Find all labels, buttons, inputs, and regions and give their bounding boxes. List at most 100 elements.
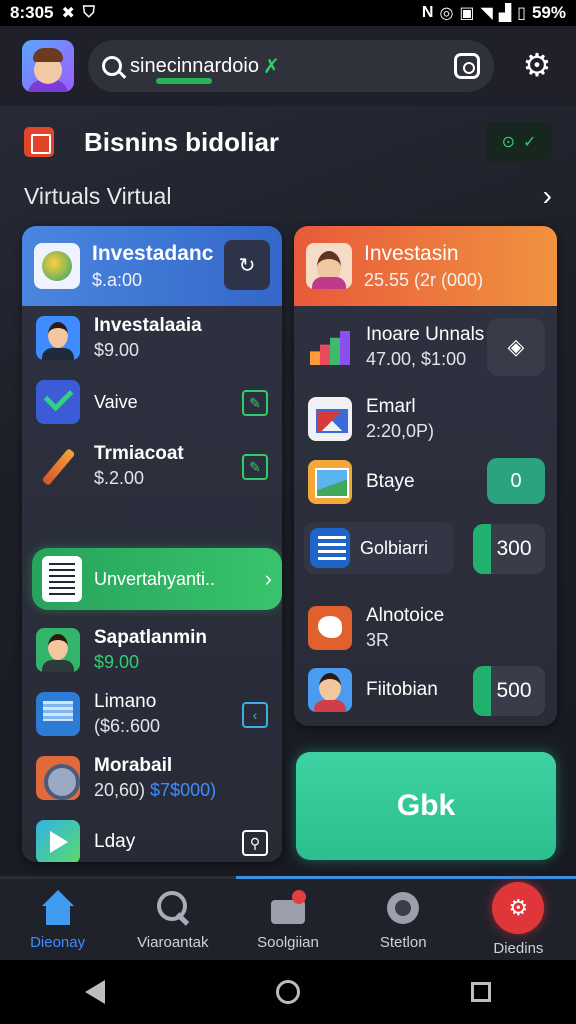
section-title: Bisnins bidoliar xyxy=(84,126,280,157)
vibrate-icon: ▣ xyxy=(459,5,475,22)
edit-icon[interactable]: ✎ xyxy=(242,454,268,480)
search-underline xyxy=(156,78,212,84)
list-item-title: Sapatlanmin xyxy=(94,627,207,648)
list-item-value: 20,60) $7$000) xyxy=(94,780,217,800)
nav-item-search[interactable]: Viaroantak xyxy=(115,879,230,960)
person-icon xyxy=(36,316,80,360)
section-header: Bisnins bidoliar ⊙ ✓ xyxy=(24,122,552,162)
nav-item-home[interactable]: Dieonay xyxy=(0,879,115,960)
right-card-header[interactable]: Investasin 25.55 (2r (000) xyxy=(294,226,557,306)
list-item[interactable]: Trmiacoat $.2.00 ✎ xyxy=(22,434,282,498)
nav-label: Dieonay xyxy=(30,934,86,951)
list-item-title: Limano xyxy=(94,691,157,712)
search-bar[interactable]: sinecinnardoio ✗ xyxy=(88,40,494,92)
nav-label: Stetlon xyxy=(379,934,427,951)
chevron-right-icon[interactable]: › xyxy=(265,566,272,592)
list-item[interactable]: Morabail 20,60) $7$000) xyxy=(22,746,282,810)
disk-icon xyxy=(36,756,80,800)
list-item[interactable]: Btaye 0 xyxy=(294,450,557,514)
back-icon[interactable]: ‹ xyxy=(242,702,268,728)
chart-icon xyxy=(308,325,352,369)
home-circle-icon[interactable] xyxy=(275,980,300,1004)
list-item[interactable]: Lday ⚲ xyxy=(22,810,282,862)
left-card-header[interactable]: Investadanc $.a:00 ↻ xyxy=(22,226,282,306)
recent-apps-icon[interactable] xyxy=(470,982,491,1002)
bottom-nav: Dieonay Viaroantak Soolgiian Stetlon ⚙ D… xyxy=(0,876,576,960)
donut-icon xyxy=(383,888,423,928)
nav-item-solutions[interactable]: Soolgiian xyxy=(230,879,345,960)
list-item-value: ($6:.600 xyxy=(94,716,161,736)
nav-item-station[interactable]: Stetlon xyxy=(346,879,461,960)
highlighted-item-label: Unvertahyanti.. xyxy=(94,568,216,589)
nav-label: Viaroantak xyxy=(137,934,209,951)
search-icon xyxy=(102,56,122,76)
refresh-button[interactable]: ↻ xyxy=(224,240,270,290)
search-clear-icon[interactable]: ✗ xyxy=(263,54,280,79)
count-button[interactable]: 0 xyxy=(487,458,545,504)
list-item[interactable]: Sapatlanmin $9.00 xyxy=(22,618,282,682)
list-item[interactable]: Emarl 2:20,0P) xyxy=(294,388,557,450)
back-icon[interactable] xyxy=(85,980,106,1004)
avatar[interactable] xyxy=(22,40,74,92)
search-icon[interactable]: ⚲ xyxy=(242,830,268,856)
status-toggle[interactable]: ⊙ ✓ xyxy=(486,122,552,162)
laptop-icon xyxy=(36,692,80,736)
list-item-title: Trmiacoat xyxy=(94,443,184,464)
list-item-title: Golbiarri xyxy=(360,537,429,558)
person-icon xyxy=(306,243,352,289)
gear-icon[interactable]: ⚙ xyxy=(520,48,554,82)
count-bar xyxy=(473,666,491,716)
signal-icon: ▟ xyxy=(498,5,512,22)
edit-icon[interactable]: ✎ xyxy=(242,390,268,416)
nav-label: Soolgiian xyxy=(257,934,319,951)
chevron-right-icon[interactable]: › xyxy=(543,180,552,212)
system-nav-bar xyxy=(0,960,576,1024)
list-item[interactable]: Limano ($6:.600 ‹ xyxy=(22,682,282,746)
list-item-value: 2:20,0P) xyxy=(366,421,435,441)
list-item[interactable]: Golbiarri xyxy=(304,522,454,574)
count-bar xyxy=(473,524,491,574)
left-card: Investadanc $.a:00 ↻ Investalaaia $9.00 … xyxy=(22,226,282,862)
shield-icon: ⛉ xyxy=(82,4,95,21)
search-input[interactable]: sinecinnardoio xyxy=(130,55,259,78)
person-icon xyxy=(36,628,80,672)
nfc-icon: N xyxy=(421,4,434,21)
document-icon xyxy=(310,528,350,568)
photo-icon xyxy=(308,460,352,504)
diamond-button[interactable]: ◈ xyxy=(487,318,545,376)
left-card-value: $.a:00 xyxy=(92,269,143,290)
subheader-title: Virtuals Virtual xyxy=(24,182,172,209)
highlighted-item[interactable]: Unvertahyanti.. › xyxy=(32,548,282,610)
count-pill[interactable]: 300 xyxy=(473,524,545,574)
list-item[interactable]: Inoare Unnals 47.00, $1:00 ◈ xyxy=(294,306,557,388)
list-item-value: $9.00 xyxy=(94,652,140,672)
subheader[interactable]: Virtuals Virtual › xyxy=(24,178,552,214)
briefcase-icon xyxy=(268,888,308,928)
list-item-title: Inoare Unnals xyxy=(366,324,485,345)
list-item-title: Btaye xyxy=(366,471,415,492)
camera-icon[interactable] xyxy=(454,53,480,79)
person-icon xyxy=(308,668,352,712)
primary-action-button[interactable]: Gbk xyxy=(296,752,556,860)
count-pill[interactable]: 500 xyxy=(473,666,545,716)
mail-icon xyxy=(308,397,352,441)
settings-icon: ⚙ xyxy=(492,882,545,934)
list-item-title: Alnotoice xyxy=(366,605,445,626)
battery-icon: ▯ xyxy=(517,5,526,22)
home-icon xyxy=(38,888,78,928)
list-item[interactable]: Alnotoice 3R xyxy=(294,596,557,660)
list-item-title: Vaive xyxy=(94,391,138,412)
notification-icon: ✖ xyxy=(61,5,75,22)
list-item[interactable]: Vaive ✎ xyxy=(22,370,282,434)
battery-level: 59% xyxy=(531,3,566,22)
nav-item-settings[interactable]: ⚙ Diedins xyxy=(461,879,576,960)
right-card-value: 25.55 (2r (000) xyxy=(364,269,484,290)
status-bar: 8:305 ✖ ⛉ N ◎ ▣ ◥ ▟ ▯ 59% xyxy=(0,0,576,26)
nav-label: Diedins xyxy=(493,940,544,957)
list-item-title: Lday xyxy=(94,831,136,852)
list-item[interactable]: Investalaaia $9.00 xyxy=(22,306,282,370)
wifi-icon: ◥ xyxy=(480,5,493,22)
count-value: 300 xyxy=(496,537,532,560)
check-icon: ✓ xyxy=(523,134,537,151)
coin-icon xyxy=(34,243,80,289)
